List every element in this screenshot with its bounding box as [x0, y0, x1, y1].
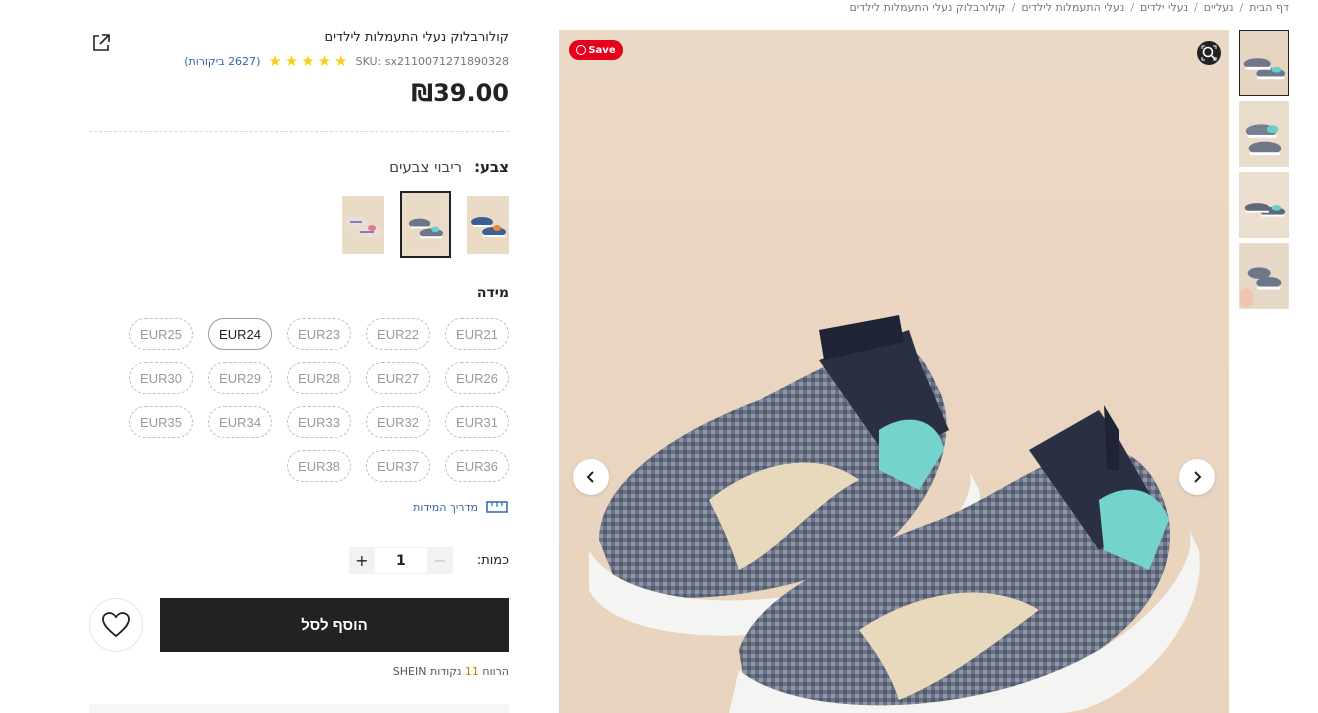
size-options: EUR21 EUR22 EUR23 EUR24 EUR25 EUR26 EUR27 EUR28… [109, 318, 509, 482]
thumbnail-2[interactable] [1239, 101, 1289, 167]
divider [89, 131, 509, 132]
prev-image-button[interactable] [573, 459, 609, 495]
quantity-row: כמות: + 1 − [348, 547, 509, 574]
breadcrumb-item-kids-shoes[interactable]: נעלי ילדים [1140, 1, 1188, 14]
size-option-eur22[interactable]: EUR22 [366, 318, 430, 350]
size-guide-label: מדריך המידות [413, 500, 478, 514]
size-option-eur21[interactable]: EUR21 [445, 318, 509, 350]
size-option-eur30[interactable]: EUR30 [129, 362, 193, 394]
size-option-eur33[interactable]: EUR33 [287, 406, 351, 438]
breadcrumb-separator: / [1239, 0, 1244, 14]
heart-icon [102, 612, 130, 638]
save-badge-label: Save [588, 44, 616, 56]
color-label: צבע: [474, 158, 509, 176]
color-swatches [342, 191, 509, 258]
chevron-right-icon [1194, 471, 1202, 483]
size-option-eur36[interactable]: EUR36 [445, 450, 509, 482]
size-guide-link[interactable]: מדריך המידות [413, 500, 508, 514]
color-swatch-blue[interactable] [467, 195, 509, 254]
ruler-icon [486, 501, 508, 513]
points-value: 11 [464, 665, 479, 678]
breadcrumb-item-home[interactable]: דף הבית [1249, 1, 1289, 14]
add-to-cart-button[interactable]: הוסף לסל [160, 598, 509, 652]
breadcrumb-separator: / [1130, 0, 1135, 14]
size-option-eur23[interactable]: EUR23 [287, 318, 351, 350]
next-image-button[interactable] [1179, 459, 1215, 495]
star-icon: ★ [317, 51, 332, 70]
share-icon[interactable] [91, 33, 111, 53]
size-label: מידה [476, 285, 509, 301]
quantity-stepper: + 1 − [348, 547, 453, 574]
star-icon: ★ [334, 51, 348, 70]
thumbnail-1[interactable] [1239, 30, 1289, 96]
color-swatch-pink[interactable] [342, 195, 384, 254]
size-option-eur32[interactable]: EUR32 [366, 406, 430, 438]
product-sku: SKU: sx2110071271890328 [355, 54, 509, 68]
size-option-eur24[interactable]: EUR24 [208, 318, 272, 350]
thumbnail-4[interactable] [1239, 243, 1289, 309]
quantity-decrement-button[interactable]: − [426, 547, 453, 574]
star-icon: ★ [268, 51, 282, 70]
color-swatch-grey-selected[interactable] [400, 191, 451, 258]
rating-stars: ★ ★ ★ ★ ★ [268, 51, 348, 70]
color-selector-header: צבע: ריבוי צבעים [389, 158, 509, 176]
size-option-eur28[interactable]: EUR28 [287, 362, 351, 394]
size-option-eur29[interactable]: EUR29 [208, 362, 272, 394]
product-meta-row: SKU: sx2110071271890328 ★ ★ ★ ★ ★ (2627 … [184, 53, 509, 69]
zoom-icon[interactable] [1197, 41, 1221, 65]
breadcrumb: דף הבית / נעליים / נעלי ילדים / נעלי התע… [849, 0, 1289, 14]
quantity-increment-button[interactable]: + [348, 547, 375, 574]
breadcrumb-separator: / [1194, 0, 1198, 14]
thumbnail-list [1239, 30, 1289, 314]
product-price: ₪39.00 [411, 79, 509, 107]
quantity-label: כמות: [476, 553, 509, 568]
size-option-eur35[interactable]: EUR35 [129, 406, 193, 438]
size-option-eur38[interactable]: EUR38 [287, 450, 351, 482]
wishlist-button[interactable] [89, 598, 143, 652]
product-main-image: Save [559, 30, 1229, 713]
points-suffix: נקודות SHEIN [392, 665, 462, 678]
size-option-eur37[interactable]: EUR37 [366, 450, 430, 482]
breadcrumb-separator: / [1011, 0, 1016, 14]
pinterest-icon [576, 45, 587, 55]
size-option-eur34[interactable]: EUR34 [208, 406, 272, 438]
size-option-eur27[interactable]: EUR27 [366, 362, 430, 394]
quantity-value[interactable]: 1 [374, 547, 427, 574]
next-section-edge [89, 704, 509, 713]
product-title: קולורבלוק נעלי התעמלות לילדים [324, 30, 509, 45]
pinterest-save-button[interactable]: Save [569, 40, 623, 60]
star-icon: ★ [284, 51, 299, 70]
chevron-left-icon [586, 471, 594, 483]
points-info: הרווח 11 נקודות SHEIN [393, 665, 509, 678]
breadcrumb-item-shoes[interactable]: נעליים [1204, 1, 1234, 14]
size-option-eur26[interactable]: EUR26 [445, 362, 509, 394]
size-option-eur31[interactable]: EUR31 [445, 406, 509, 438]
breadcrumb-item-current: קולורבלוק נעלי התעמלות לילדים [849, 0, 1006, 14]
reviews-link[interactable]: (2627 ביקורות) [184, 55, 260, 68]
breadcrumb-item-kids-sneakers[interactable]: נעלי התעמלות לילדים [1021, 1, 1124, 14]
color-value: ריבוי צבעים [389, 158, 463, 176]
size-option-eur25[interactable]: EUR25 [129, 318, 193, 350]
points-prefix: הרווח [482, 665, 509, 678]
thumbnail-3[interactable] [1239, 172, 1289, 238]
star-icon: ★ [301, 51, 315, 70]
